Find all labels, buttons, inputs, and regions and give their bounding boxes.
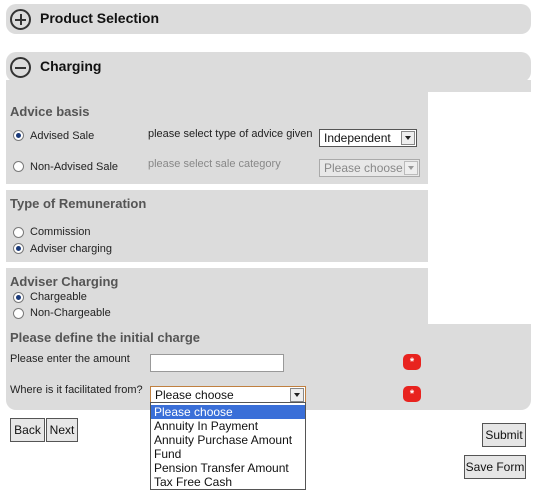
commission-label[interactable]: Commission: [30, 226, 91, 238]
non-advised-sale-label[interactable]: Non-Advised Sale: [30, 161, 118, 173]
advice-type-value: Independent: [324, 131, 391, 145]
non-chargeable-label[interactable]: Non-Chargeable: [30, 307, 111, 319]
dropdown-option[interactable]: Please choose: [151, 405, 305, 419]
chargeable-radio[interactable]: [13, 292, 24, 303]
dropdown-option[interactable]: Annuity In Payment: [151, 419, 305, 433]
advice-type-label: please select type of advice given: [148, 128, 313, 140]
dropdown-option[interactable]: Fund: [151, 447, 305, 461]
sale-category-value: Please choose: [324, 161, 403, 175]
commission-radio[interactable]: [13, 227, 24, 238]
sale-category-select[interactable]: Please choose: [319, 159, 420, 177]
amount-label: Please enter the amount: [10, 353, 130, 365]
chevron-down-icon[interactable]: [401, 131, 415, 145]
non-advised-sale-radio[interactable]: [13, 161, 24, 172]
advised-sale-label[interactable]: Advised Sale: [30, 130, 94, 142]
advice-basis-heading: Advice basis: [10, 104, 90, 119]
dropdown-option[interactable]: Tax Free Cash: [151, 475, 305, 489]
minus-circle-icon[interactable]: [10, 57, 31, 78]
back-button[interactable]: Back: [10, 418, 45, 442]
product-selection-header[interactable]: Product Selection: [6, 4, 531, 34]
submit-button[interactable]: Submit: [482, 423, 526, 447]
charging-title: Charging: [40, 58, 102, 74]
non-chargeable-radio[interactable]: [13, 308, 24, 319]
adviser-charging-label[interactable]: Adviser charging: [30, 243, 112, 255]
adviser-charging-heading: Adviser Charging: [10, 274, 119, 289]
product-selection-title: Product Selection: [40, 10, 160, 26]
remuneration-heading: Type of Remuneration: [10, 196, 147, 211]
advice-type-select[interactable]: Independent: [319, 129, 417, 147]
advised-sale-radio[interactable]: [13, 130, 24, 141]
adviser-charging-radio[interactable]: [13, 243, 24, 254]
next-button[interactable]: Next: [46, 418, 78, 442]
chevron-down-icon[interactable]: [290, 388, 304, 402]
facilitated-value: Please choose: [155, 388, 234, 402]
charging-header-extension: [6, 80, 531, 92]
chargeable-label[interactable]: Chargeable: [30, 291, 87, 303]
sale-category-label: please select sale category: [148, 158, 281, 170]
facilitated-dropdown-list: Please choose Annuity In Payment Annuity…: [150, 402, 306, 490]
chevron-down-icon: [404, 161, 418, 175]
amount-input[interactable]: [150, 354, 284, 372]
facilitated-required-icon: *: [403, 386, 421, 402]
dropdown-option[interactable]: Annuity Purchase Amount: [151, 433, 305, 447]
save-form-button[interactable]: Save Form: [464, 455, 526, 479]
plus-circle-icon[interactable]: [10, 9, 31, 30]
facilitated-label: Where is it facilitated from?: [10, 384, 143, 396]
dropdown-option[interactable]: Pension Transfer Amount: [151, 461, 305, 475]
charging-header[interactable]: Charging: [6, 52, 531, 82]
initial-charge-heading: Please define the initial charge: [10, 330, 201, 345]
amount-required-icon: *: [403, 354, 421, 370]
